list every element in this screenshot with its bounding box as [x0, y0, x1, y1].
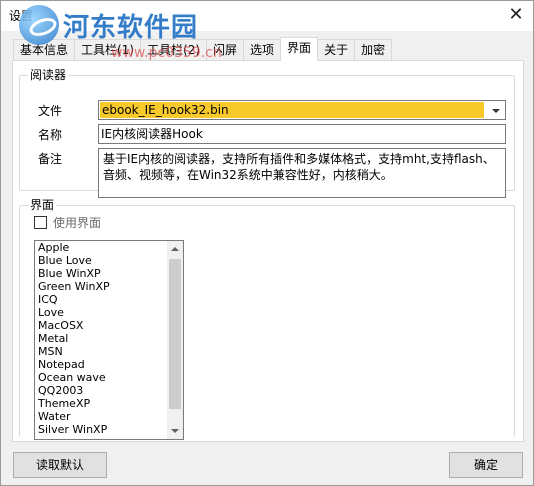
file-label: 文件: [38, 104, 63, 118]
name-label: 名称: [38, 128, 63, 142]
list-item[interactable]: MacOSX: [35, 319, 168, 332]
use-skin-label: 使用界面: [53, 215, 102, 230]
file-select[interactable]: ebook_IE_hook32.bin: [98, 100, 506, 120]
list-item[interactable]: ThemeXP: [35, 397, 168, 410]
interface-group-title: 界面: [28, 197, 57, 213]
ok-button[interactable]: 确定: [449, 452, 523, 478]
list-item[interactable]: Green WinXP: [35, 280, 168, 293]
reader-group-title: 阅读器: [28, 67, 69, 83]
close-icon: ✕: [508, 4, 524, 25]
file-select-value: ebook_IE_hook32.bin: [100, 102, 484, 118]
note-field[interactable]: 基于IE内核的阅读器，支持所有插件和多媒体格式，支持mht,支持flash、音频…: [98, 148, 506, 198]
interface-group: 界面 使用界面 Apple Blue Love Blue WinXP Green…: [19, 197, 515, 440]
scroll-up-icon[interactable]: [167, 241, 183, 257]
load-default-button[interactable]: 读取默认: [13, 452, 107, 478]
tab-toolbar-1[interactable]: 工具栏(1): [74, 39, 142, 61]
scroll-down-icon[interactable]: [167, 423, 183, 439]
settings-dialog: 设置 ✕ 基本信息 工具栏(1) 工具栏(2) 闪屏 选项 界面 关于 加密 阅…: [0, 0, 534, 486]
tab-splash[interactable]: 闪屏: [206, 39, 245, 61]
reader-group: 阅读器 文件 ebook_IE_hook32.bin 名称 IE内核阅读器Hoo…: [19, 67, 515, 198]
list-item[interactable]: Silver WinXP: [35, 423, 168, 436]
use-skin-checkbox[interactable]: [34, 215, 47, 229]
tab-encrypt[interactable]: 加密: [354, 39, 393, 61]
list-item[interactable]: Apple: [35, 241, 168, 254]
tab-basic-info[interactable]: 基本信息: [13, 39, 76, 61]
scrollbar-thumb[interactable]: [169, 259, 181, 409]
window-title: 设置: [9, 9, 34, 23]
list-item[interactable]: QQ2003: [35, 384, 168, 397]
skin-list[interactable]: Apple Blue Love Blue WinXP Green WinXP I…: [34, 240, 184, 440]
close-button[interactable]: ✕: [503, 3, 529, 27]
note-label: 备注: [38, 152, 63, 166]
list-item[interactable]: Ocean wave: [35, 371, 168, 384]
list-item[interactable]: Love: [35, 306, 168, 319]
tab-about[interactable]: 关于: [317, 39, 356, 61]
use-skin-option[interactable]: 使用界面: [34, 214, 101, 230]
tab-strip: 基本信息 工具栏(1) 工具栏(2) 闪屏 选项 界面 关于 加密: [13, 37, 393, 61]
name-field[interactable]: IE内核阅读器Hook: [98, 124, 506, 144]
list-item[interactable]: ICQ: [35, 293, 168, 306]
list-item[interactable]: Notepad: [35, 358, 168, 371]
skin-list-items: Apple Blue Love Blue WinXP Green WinXP I…: [35, 241, 168, 436]
list-item[interactable]: Metal: [35, 332, 168, 345]
list-item[interactable]: MSN: [35, 345, 168, 358]
tab-options[interactable]: 选项: [243, 39, 282, 61]
tab-interface[interactable]: 界面: [280, 37, 319, 61]
tab-toolbar-2[interactable]: 工具栏(2): [140, 39, 208, 61]
title-bar: 设置 ✕: [1, 1, 533, 31]
list-item[interactable]: Water: [35, 410, 168, 423]
list-item[interactable]: Blue WinXP: [35, 267, 168, 280]
tab-panel-interface: 阅读器 文件 ebook_IE_hook32.bin 名称 IE内核阅读器Hoo…: [12, 60, 524, 442]
chevron-down-icon[interactable]: [489, 104, 503, 118]
skin-list-scrollbar[interactable]: [167, 241, 183, 439]
list-item[interactable]: Blue Love: [35, 254, 168, 267]
